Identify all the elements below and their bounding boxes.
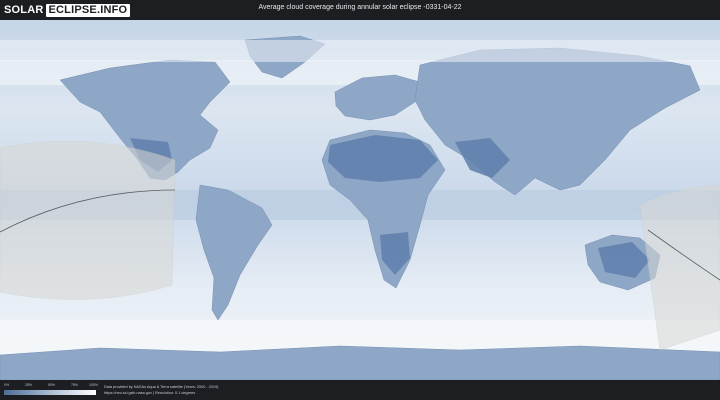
legend-tick-75: 75% bbox=[71, 383, 79, 387]
credits-line-2[interactable]: https://neo.sci.gsfc.nasa.gov | Resoluti… bbox=[104, 391, 218, 397]
legend-tick-50: 50% bbox=[48, 383, 56, 387]
cloud-coverage-legend: 0% 25% 50% 75% 100% bbox=[4, 383, 98, 399]
data-credits: Data provided by NASAs Aqua & Terra sate… bbox=[104, 385, 218, 396]
eclipse-zone-west bbox=[0, 140, 176, 300]
page-title: Average cloud coverage during annular so… bbox=[258, 4, 462, 11]
sahara-clear-region bbox=[328, 135, 438, 182]
footer-bar: 0% 25% 50% 75% 100% Data provided by NAS… bbox=[0, 380, 720, 400]
logo-text-eclipse: ECLIPSE.INFO bbox=[45, 3, 131, 17]
legend-tick-0: 0% bbox=[4, 383, 10, 387]
legend-gradient-bar bbox=[4, 390, 96, 395]
logo-text-solar: SOLAR bbox=[4, 4, 44, 16]
legend-tick-25: 25% bbox=[25, 383, 33, 387]
arctic-cloud-cover bbox=[0, 40, 720, 62]
credits-line-1: Data provided by NASAs Aqua & Terra sate… bbox=[104, 385, 219, 389]
header-bar: SOLAR ECLIPSE.INFO Average cloud coverag… bbox=[0, 0, 720, 20]
cloud-coverage-map bbox=[0, 20, 720, 380]
legend-ticks: 0% 25% 50% 75% 100% bbox=[4, 383, 98, 389]
site-logo[interactable]: SOLAR ECLIPSE.INFO bbox=[4, 3, 131, 17]
antarctica bbox=[0, 345, 720, 380]
legend-tick-100: 100% bbox=[89, 383, 98, 387]
